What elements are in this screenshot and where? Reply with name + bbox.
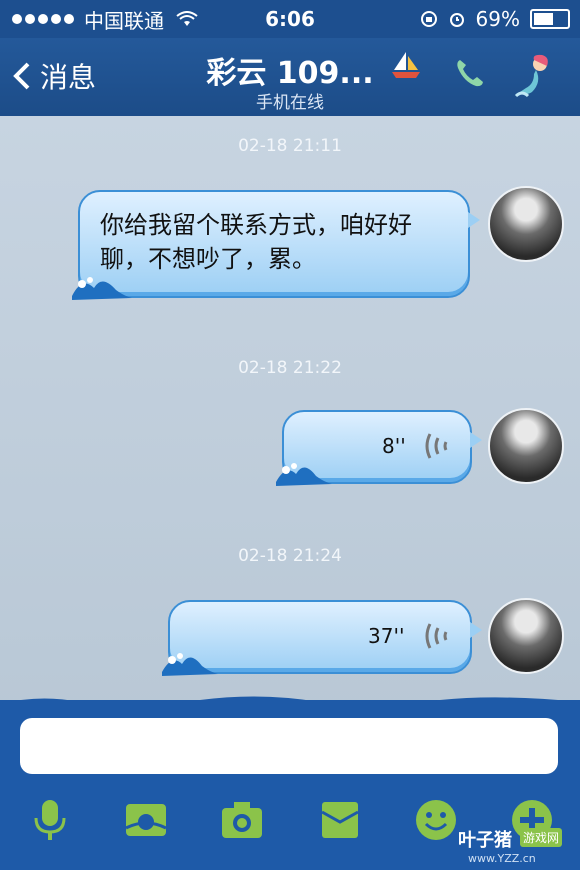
folder-icon[interactable]: [318, 798, 362, 842]
wave-decoration-icon: [72, 277, 132, 300]
message-timestamp: 02-18 21:11: [238, 136, 342, 156]
status-bar: 中国联通 6:06 69%: [0, 0, 580, 38]
battery-percent: 69%: [475, 7, 520, 31]
watermark-text: 叶子猪: [458, 830, 512, 851]
wave-decoration-icon: [162, 653, 218, 676]
text-message-bubble[interactable]: 你给我留个联系方式，咱好好聊，不想吵了，累。: [72, 190, 480, 300]
voice-duration: 8'': [382, 434, 406, 458]
input-panel: 叶子猪 游戏网 www.YZZ.cn: [0, 696, 580, 870]
avatar[interactable]: [488, 186, 564, 262]
camera-icon[interactable]: [220, 798, 264, 842]
message-timestamp: 02-18 21:24: [238, 546, 342, 566]
carrier-name: 中国联通: [84, 8, 164, 33]
online-status: 手机在线: [256, 93, 324, 113]
mermaid-icon[interactable]: [512, 52, 562, 102]
wave-border-icon: [0, 696, 580, 712]
message-timestamp: 02-18 21:22: [238, 358, 342, 378]
voice-wave-icon: [425, 433, 448, 459]
battery-icon: [530, 9, 570, 29]
phone-call-icon[interactable]: [452, 56, 486, 90]
rotation-lock-icon: [420, 11, 437, 27]
wifi-icon: [176, 11, 198, 26]
avatar[interactable]: [488, 408, 564, 484]
voice-message-bubble[interactable]: 37'': [162, 600, 482, 676]
image-icon[interactable]: [124, 798, 168, 842]
signal-strength-icon: [12, 14, 74, 24]
voice-duration: 37'': [368, 624, 405, 648]
message-input[interactable]: [20, 718, 558, 774]
microphone-icon[interactable]: [28, 798, 72, 842]
avatar[interactable]: [488, 598, 564, 674]
watermark-url: www.YZZ.cn: [468, 852, 536, 865]
wave-decoration-icon: [276, 463, 332, 486]
emoji-icon[interactable]: [414, 798, 458, 842]
alarm-icon: [449, 13, 464, 27]
voice-message-bubble[interactable]: 8'': [276, 410, 482, 486]
navigation-bar: 消息 彩云 109... 手机在线: [0, 38, 580, 116]
watermark-badge: 游戏网: [520, 828, 563, 847]
chat-title: 彩云 109...: [206, 56, 374, 91]
message-text: 你给我留个联系方式，咱好好聊，不想吵了，累。: [100, 211, 412, 273]
voice-wave-icon: [425, 623, 448, 649]
sailboat-icon: [392, 52, 420, 78]
chat-area[interactable]: 02-18 21:11 你给我留个联系方式，咱好好聊，不想吵了，累。 02-18…: [0, 116, 580, 710]
